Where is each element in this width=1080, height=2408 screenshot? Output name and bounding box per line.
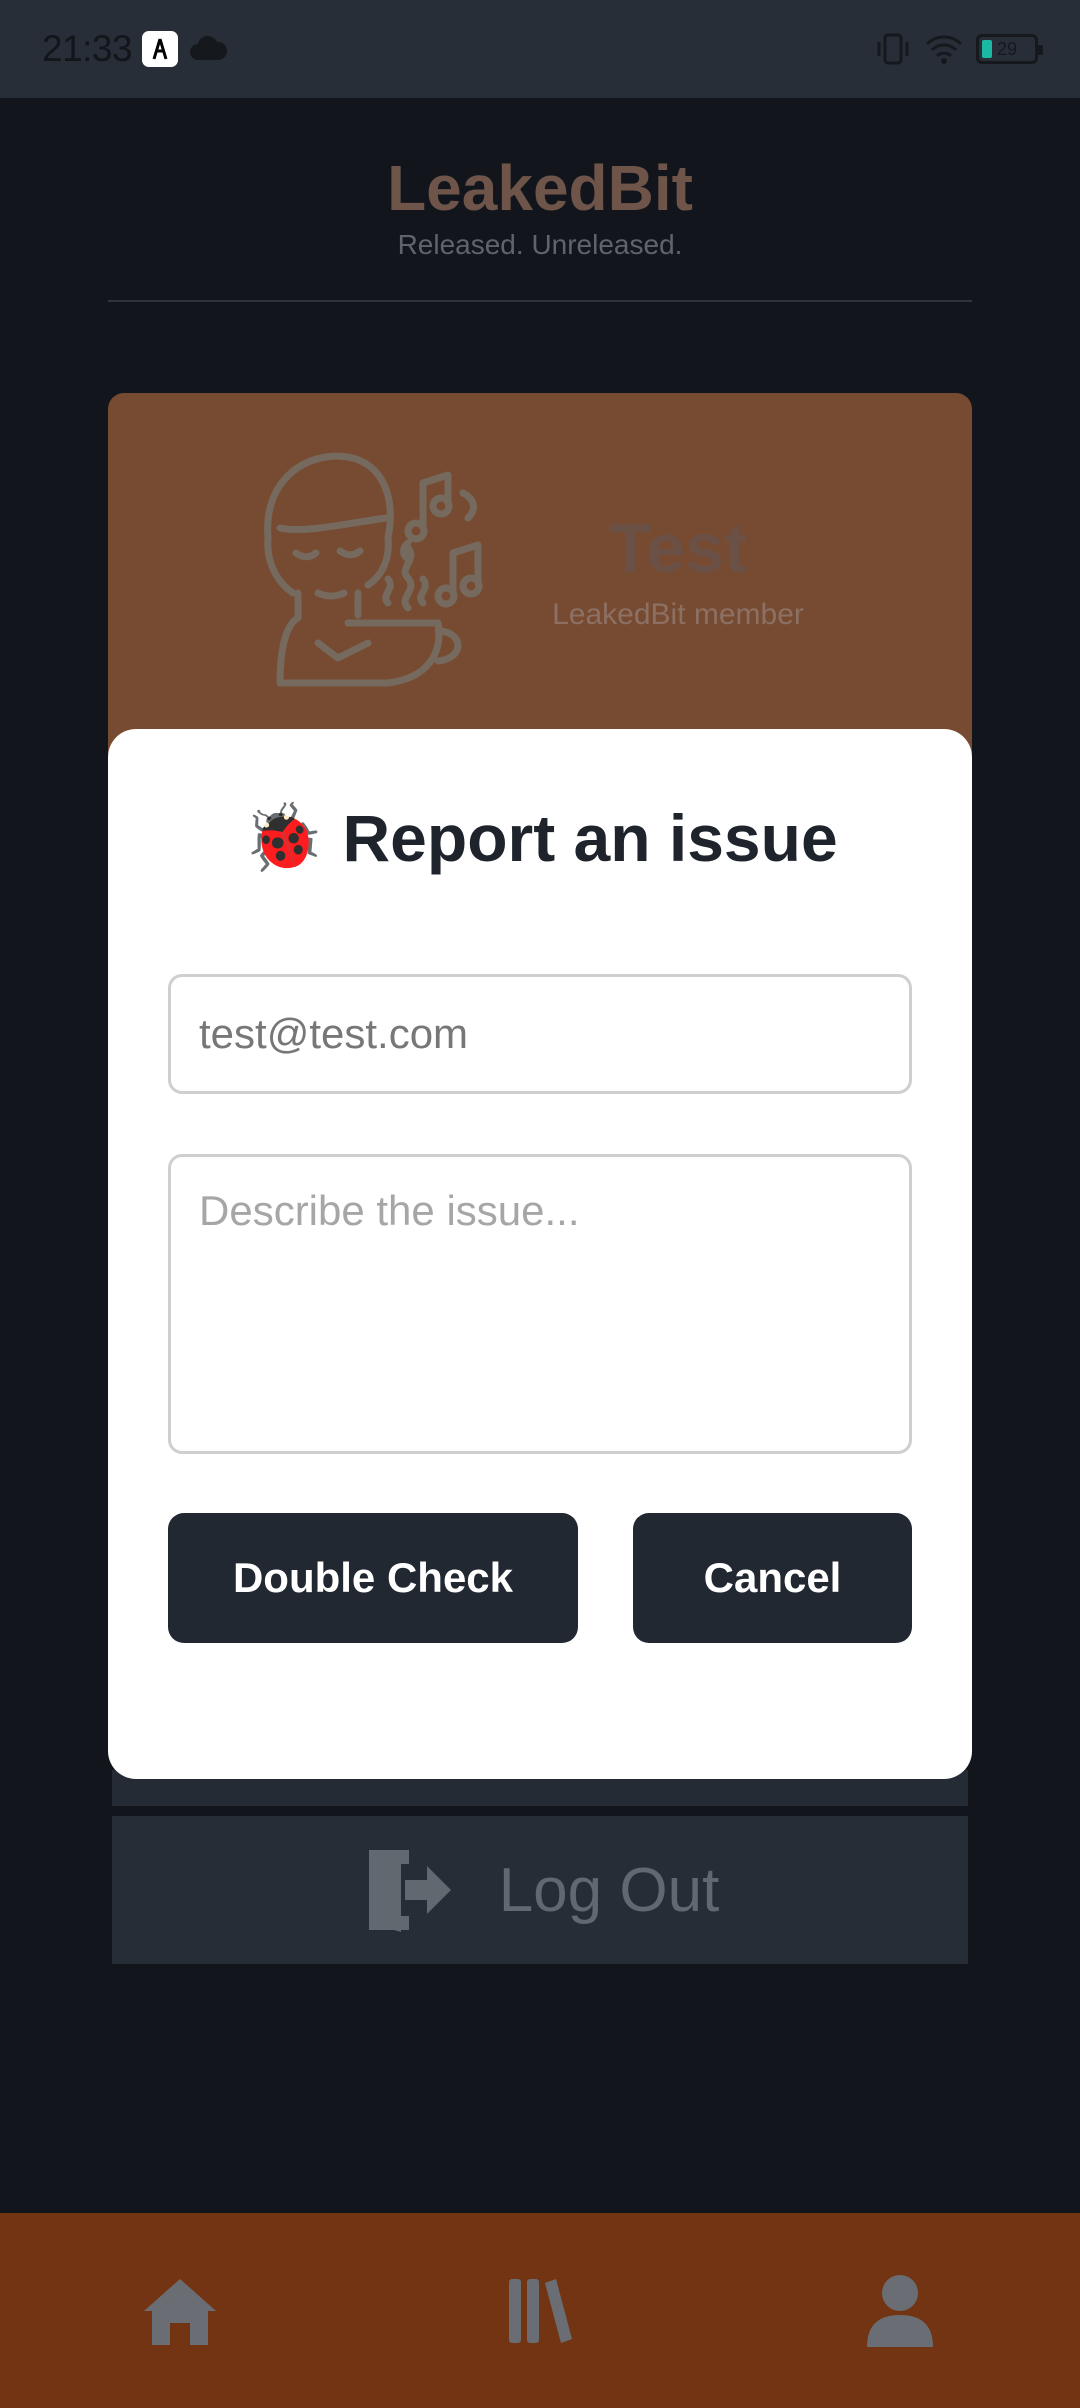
double-check-button[interactable]: Double Check bbox=[168, 1513, 578, 1643]
nav-profile[interactable] bbox=[830, 2241, 970, 2381]
battery-fill bbox=[982, 40, 992, 58]
library-icon bbox=[509, 2278, 572, 2343]
header-divider bbox=[108, 300, 972, 302]
profile-name: Test bbox=[608, 509, 748, 587]
logout-label: Log Out bbox=[498, 1855, 720, 1925]
user-icon bbox=[867, 2274, 933, 2347]
issue-description-field[interactable] bbox=[168, 1154, 912, 1454]
report-issue-dialog: 🐞 Report an issue Double Check Cancel bbox=[108, 729, 972, 1779]
screen: 21:33 29 LeakedBit Released. Unreleased.… bbox=[0, 0, 1080, 2408]
dialog-title: 🐞 Report an issue bbox=[108, 799, 972, 877]
app-header: LeakedBit Released. Unreleased. bbox=[108, 150, 972, 261]
music-listener-illustration-icon bbox=[264, 452, 483, 687]
status-time: 21:33 bbox=[42, 28, 133, 69]
email-field[interactable] bbox=[168, 974, 912, 1094]
status-bar: 21:33 29 bbox=[0, 0, 1080, 98]
bottom-nav bbox=[0, 2213, 1080, 2408]
bug-icon: 🐞 bbox=[242, 800, 325, 874]
home-icon bbox=[144, 2278, 216, 2345]
profile-role: LeakedBit member bbox=[552, 598, 804, 631]
cloud-icon bbox=[190, 36, 228, 60]
battery-icon: 29 bbox=[976, 34, 1043, 64]
nav-home[interactable] bbox=[110, 2241, 250, 2381]
cancel-button[interactable]: Cancel bbox=[633, 1513, 912, 1643]
status-left: 21:33 bbox=[42, 28, 228, 70]
app-notification-icon bbox=[142, 31, 179, 67]
logout-button[interactable]: Log Out bbox=[112, 1816, 968, 1964]
dialog-title-text: Report an issue bbox=[342, 801, 838, 875]
wifi-icon bbox=[925, 35, 963, 64]
nav-library[interactable] bbox=[470, 2241, 610, 2381]
battery-level: 29 bbox=[996, 38, 1018, 59]
status-right: 29 bbox=[874, 32, 1043, 66]
app-subtitle: Released. Unreleased. bbox=[397, 228, 683, 260]
app-title: LeakedBit bbox=[387, 152, 693, 224]
profile-card: Test LeakedBit member bbox=[108, 393, 972, 753]
logout-icon bbox=[368, 1850, 451, 1932]
vibrate-icon bbox=[877, 33, 909, 65]
